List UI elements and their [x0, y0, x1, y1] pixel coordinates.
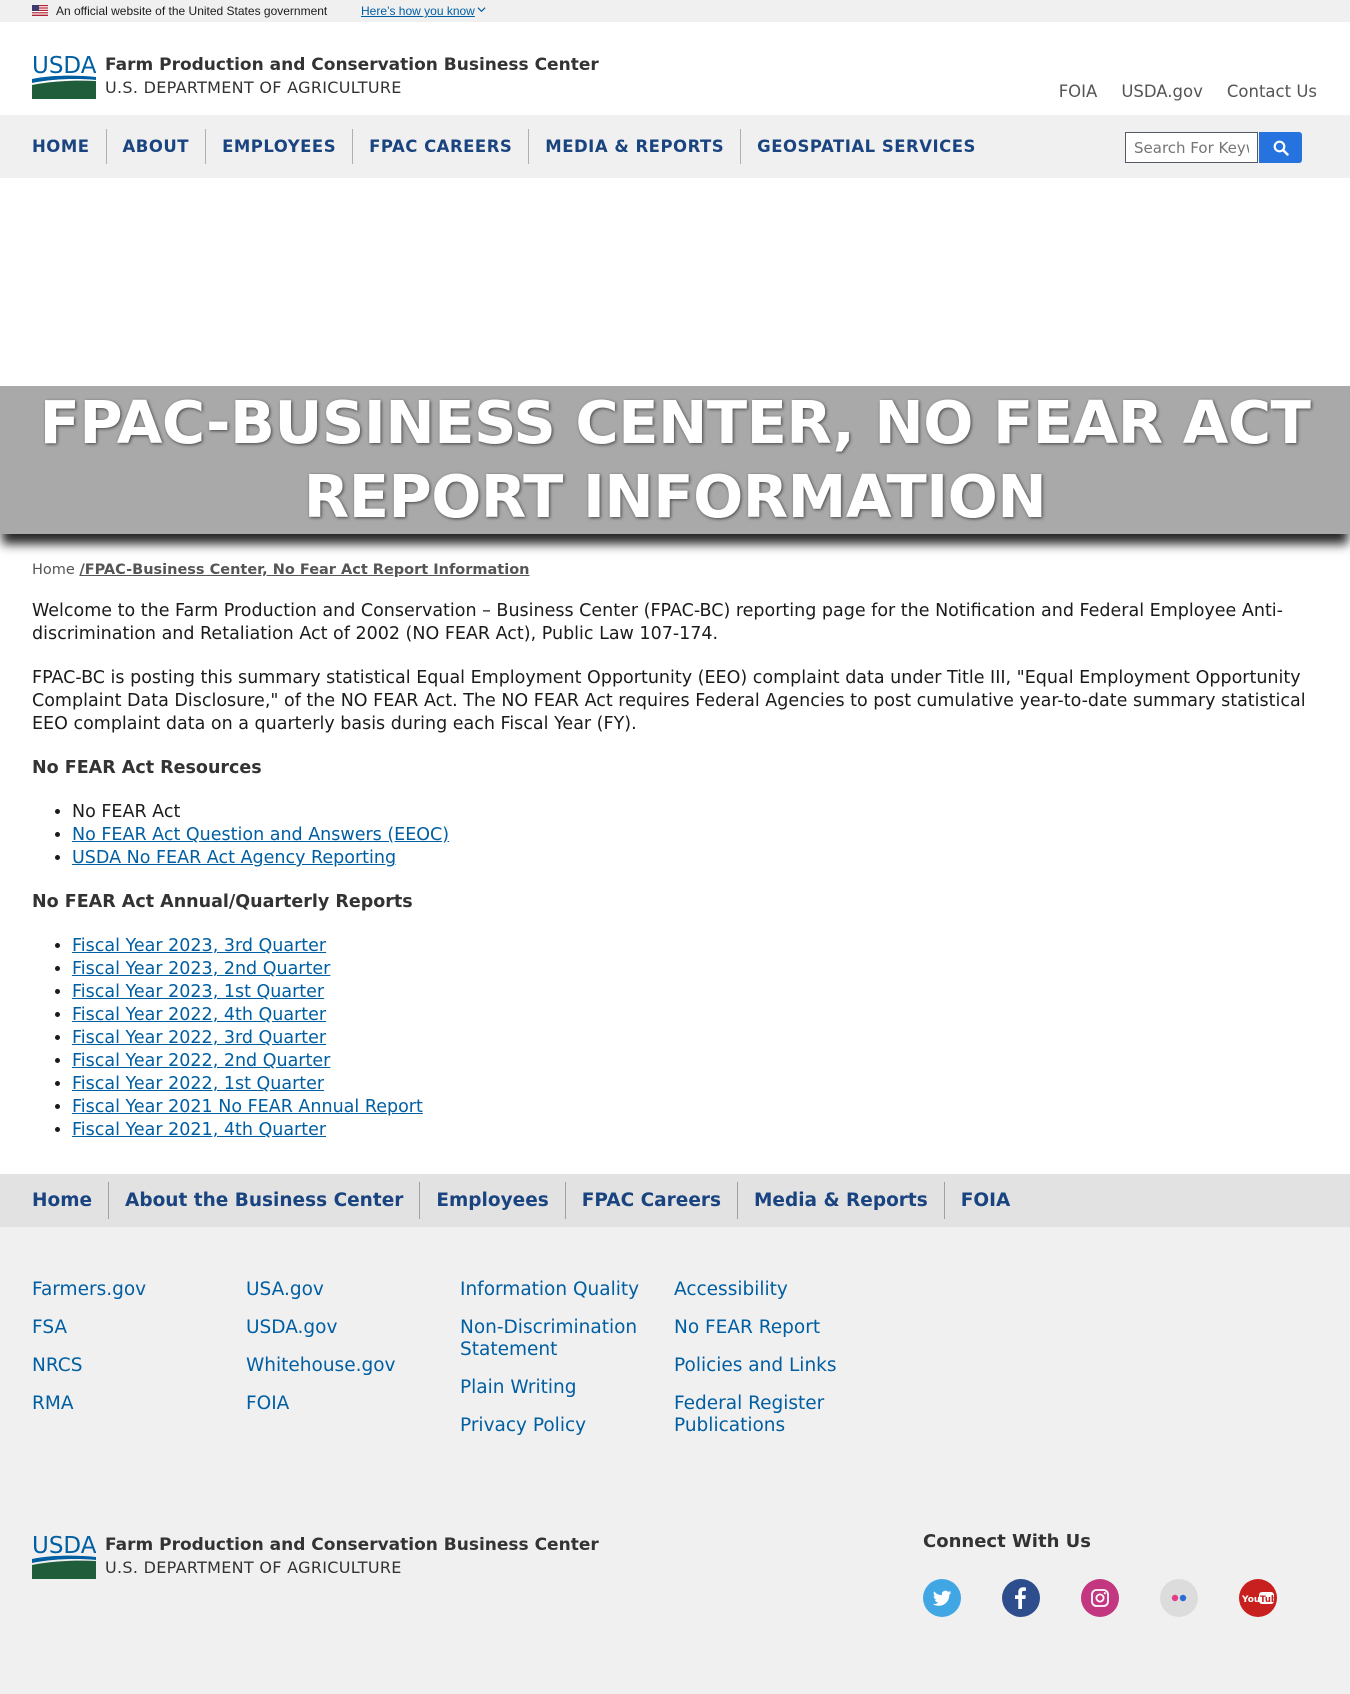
nav-about[interactable]: ABOUT	[105, 129, 206, 164]
footer-link[interactable]: FOIA	[246, 1393, 436, 1415]
footer-links-col-3: Information Quality Non-Discrimination S…	[460, 1279, 650, 1453]
footer-nav-foia[interactable]: FOIA	[943, 1182, 1027, 1219]
search-button[interactable]	[1259, 132, 1302, 163]
footer-link[interactable]: Federal Register Publications	[674, 1393, 864, 1437]
reports-list: Fiscal Year 2023, 3rd Quarter Fiscal Yea…	[32, 935, 1322, 1142]
gov-banner: An official website of the United States…	[0, 0, 1350, 22]
list-item: Fiscal Year 2023, 1st Quarter	[72, 981, 1322, 1004]
report-link[interactable]: Fiscal Year 2022, 2nd Quarter	[72, 1051, 330, 1071]
svg-text:You: You	[1241, 1595, 1260, 1605]
footer-link[interactable]: NRCS	[32, 1355, 222, 1377]
summary-paragraph: FPAC-BC is posting this summary statisti…	[32, 668, 1306, 734]
site-footer: Farmers.gov FSA NRCS RMA USA.gov USDA.go…	[0, 1227, 1350, 1694]
foia-link[interactable]: FOIA	[1059, 82, 1098, 101]
footer-link[interactable]: Policies and Links	[674, 1355, 864, 1377]
breadcrumb-current: /FPAC-Business Center, No Fear Act Repor…	[79, 562, 530, 578]
facebook-icon[interactable]	[1002, 1579, 1040, 1617]
intro-paragraph: Welcome to the Farm Production and Conse…	[32, 601, 1283, 644]
resource-link-eeoc[interactable]: No FEAR Act Question and Answers (EEOC)	[72, 825, 449, 845]
report-link[interactable]: Fiscal Year 2021 No FEAR Annual Report	[72, 1097, 423, 1117]
footer-link[interactable]: FSA	[32, 1317, 222, 1339]
nav-geospatial-services[interactable]: GEOSPATIAL SERVICES	[740, 129, 992, 164]
footer-links-col-4: Accessibility No FEAR Report Policies an…	[674, 1279, 864, 1453]
list-item: Fiscal Year 2022, 3rd Quarter	[72, 1027, 1322, 1050]
footer-link[interactable]: USA.gov	[246, 1279, 436, 1301]
list-item: Fiscal Year 2022, 4th Quarter	[72, 1004, 1322, 1027]
svg-text:USDA: USDA	[32, 53, 96, 79]
footer-link[interactable]: USDA.gov	[246, 1317, 436, 1339]
report-link[interactable]: Fiscal Year 2023, 1st Quarter	[72, 982, 324, 1002]
search-icon	[1273, 140, 1289, 156]
footer-nav: Home About the Business Center Employees…	[0, 1174, 1350, 1227]
nav-home[interactable]: HOME	[32, 129, 106, 164]
list-item: Fiscal Year 2021 No FEAR Annual Report	[72, 1096, 1322, 1119]
footer-nav-fpac-careers[interactable]: FPAC Careers	[564, 1182, 737, 1219]
hero-banner: FPAC-BUSINESS CENTER, NO FEAR ACT REPORT…	[0, 386, 1350, 534]
main-nav: HOME ABOUT EMPLOYEES FPAC CAREERS MEDIA …	[0, 115, 1350, 178]
list-item: Fiscal Year 2021, 4th Quarter	[72, 1119, 1322, 1142]
list-item: Fiscal Year 2023, 3rd Quarter	[72, 935, 1322, 958]
footer-link[interactable]: RMA	[32, 1393, 222, 1415]
list-item: Fiscal Year 2022, 2nd Quarter	[72, 1050, 1322, 1073]
report-link[interactable]: Fiscal Year 2022, 1st Quarter	[72, 1074, 324, 1094]
svg-text:USDA: USDA	[32, 1533, 96, 1559]
footer-agency-name[interactable]: Farm Production and Conservation Busines…	[105, 1535, 599, 1555]
footer-links-col-2: USA.gov USDA.gov Whitehouse.gov FOIA	[246, 1279, 436, 1431]
usda-gov-link[interactable]: USDA.gov	[1121, 82, 1203, 101]
connect-heading: Connect With Us	[923, 1531, 1091, 1552]
report-link[interactable]: Fiscal Year 2021, 4th Quarter	[72, 1120, 326, 1140]
resources-heading: No FEAR Act Resources	[32, 758, 262, 778]
footer-nav-media-reports[interactable]: Media & Reports	[737, 1182, 944, 1219]
usda-logo[interactable]: USDA	[32, 53, 96, 99]
chevron-down-icon[interactable]	[477, 5, 486, 14]
footer-link[interactable]: Information Quality	[460, 1279, 650, 1301]
footer-link[interactable]: Plain Writing	[460, 1377, 650, 1399]
resource-text: No FEAR Act	[72, 802, 181, 822]
department-name: U.S. DEPARTMENT OF AGRICULTURE	[105, 78, 402, 97]
breadcrumb-home[interactable]: Home	[32, 562, 75, 578]
how-you-know-link[interactable]: Here’s how you know	[361, 4, 475, 18]
breadcrumb: Home /FPAC-Business Center, No Fear Act …	[32, 562, 530, 578]
nav-media-reports[interactable]: MEDIA & REPORTS	[528, 129, 740, 164]
footer-nav-about[interactable]: About the Business Center	[108, 1182, 419, 1219]
footer-link[interactable]: Non-Discrimination Statement	[460, 1317, 650, 1361]
report-link[interactable]: Fiscal Year 2022, 3rd Quarter	[72, 1028, 326, 1048]
resources-list: No FEAR Act No FEAR Act Question and Ans…	[32, 801, 1322, 870]
report-link[interactable]: Fiscal Year 2022, 4th Quarter	[72, 1005, 326, 1025]
twitter-icon[interactable]	[923, 1579, 961, 1617]
report-link[interactable]: Fiscal Year 2023, 3rd Quarter	[72, 936, 326, 956]
footer-department-name: U.S. DEPARTMENT OF AGRICULTURE	[105, 1558, 402, 1577]
list-item: Fiscal Year 2023, 2nd Quarter	[72, 958, 1322, 981]
footer-nav-home[interactable]: Home	[32, 1182, 108, 1219]
us-flag-icon	[32, 5, 48, 16]
nav-fpac-careers[interactable]: FPAC CAREERS	[352, 129, 528, 164]
footer-link[interactable]: No FEAR Report	[674, 1317, 864, 1339]
contact-us-link[interactable]: Contact Us	[1227, 82, 1317, 101]
svg-text:Tube: Tube	[1260, 1595, 1275, 1605]
flickr-icon[interactable]	[1160, 1579, 1198, 1617]
list-item: No FEAR Act Question and Answers (EEOC)	[72, 824, 1322, 847]
report-link[interactable]: Fiscal Year 2023, 2nd Quarter	[72, 959, 330, 979]
list-item: No FEAR Act	[72, 801, 1322, 824]
resource-link-usda[interactable]: USDA No FEAR Act Agency Reporting	[72, 848, 396, 868]
instagram-icon[interactable]	[1081, 1579, 1119, 1617]
list-item: USDA No FEAR Act Agency Reporting	[72, 847, 1322, 870]
footer-links-col-1: Farmers.gov FSA NRCS RMA	[32, 1279, 222, 1431]
official-website-text: An official website of the United States…	[56, 4, 328, 18]
footer-link[interactable]: Accessibility	[674, 1279, 864, 1301]
page-title: FPAC-BUSINESS CENTER, NO FEAR ACT REPORT…	[39, 388, 1311, 531]
utility-links: FOIA USDA.gov Contact Us	[1059, 82, 1317, 101]
list-item: Fiscal Year 2022, 1st Quarter	[72, 1073, 1322, 1096]
search-input[interactable]	[1125, 132, 1258, 163]
footer-link[interactable]: Privacy Policy	[460, 1415, 650, 1437]
nav-employees[interactable]: EMPLOYEES	[205, 129, 352, 164]
footer-usda-logo[interactable]: USDA	[32, 1533, 96, 1579]
youtube-icon[interactable]: YouTube	[1239, 1579, 1277, 1617]
footer-link[interactable]: Farmers.gov	[32, 1279, 222, 1301]
footer-nav-employees[interactable]: Employees	[419, 1182, 564, 1219]
agency-name[interactable]: Farm Production and Conservation Busines…	[105, 55, 599, 75]
main-content: Welcome to the Farm Production and Conse…	[32, 600, 1322, 1163]
footer-link[interactable]: Whitehouse.gov	[246, 1355, 436, 1377]
reports-heading: No FEAR Act Annual/Quarterly Reports	[32, 892, 413, 912]
